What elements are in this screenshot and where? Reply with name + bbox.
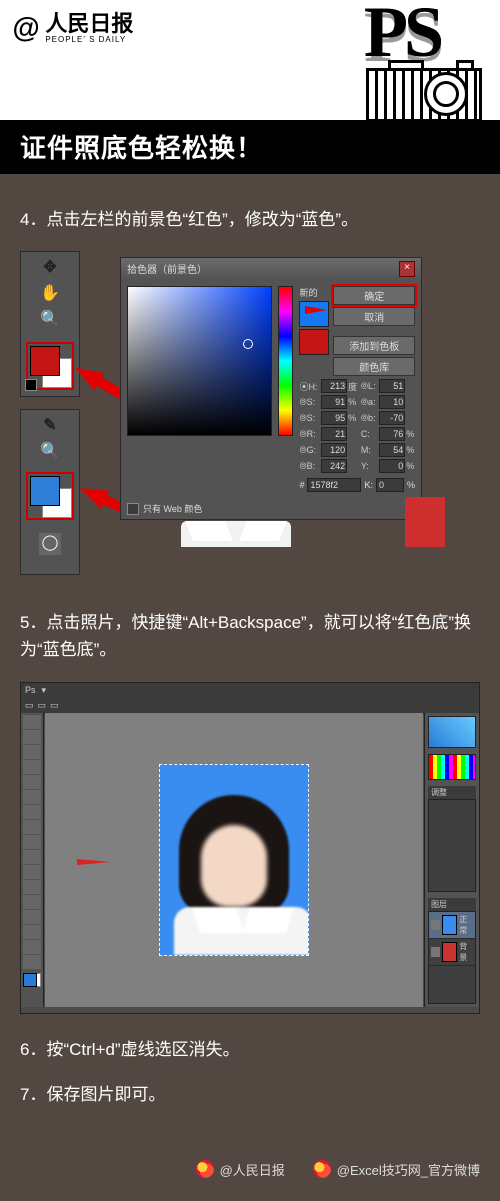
id-photo[interactable] <box>159 764 309 956</box>
c-input[interactable] <box>379 427 405 441</box>
color-panel[interactable] <box>428 716 476 748</box>
r-input[interactable] <box>321 427 347 441</box>
color-picker-titlebar: 拾色器（前景色） × <box>121 258 421 280</box>
bl-input[interactable] <box>321 459 347 473</box>
title-banner: 证件照底色轻松换！ <box>0 120 500 174</box>
step-7-text: 7．保存图片即可。 <box>20 1081 480 1108</box>
weibo-credit-1[interactable]: @人民日报 <box>196 1160 285 1179</box>
ps-badge: PS <box>364 0 482 122</box>
old-color-preview <box>299 329 329 355</box>
color-picker-window: 拾色器（前景色） × 新的 <box>120 257 422 520</box>
photoshop-window: Ps▾ ▭▭▭ 调整 图层 <box>20 682 480 1014</box>
red-bg-peek <box>405 497 445 547</box>
mini-swatches[interactable] <box>23 973 41 987</box>
color-value-grid: ⦿H:度 ⦾L: ⦾S:% ⦾a: ⦾S:% ⦾b: ⦾R: C:% ⦾G: M… <box>299 379 415 473</box>
b-input[interactable] <box>379 411 405 425</box>
layers-panel[interactable]: 正常 背景 <box>428 911 476 1004</box>
h-input[interactable] <box>321 379 347 393</box>
add-swatch-button[interactable]: 添加到色板 <box>333 336 415 355</box>
ps-menubar[interactable]: Ps▾ <box>21 683 479 698</box>
step-6-text: 6．按“Ctrl+d”虚线选区消失。 <box>20 1036 480 1063</box>
header-bar: @ 人民日报 PEOPLE' S DAILY PS <box>0 0 500 120</box>
new-color-label: 新的 <box>299 288 317 298</box>
visibility-icon[interactable] <box>431 947 440 957</box>
tool-icon[interactable]: ✎ <box>39 414 61 436</box>
color-swatches-red[interactable] <box>28 344 72 388</box>
weibo-icon <box>313 1160 331 1178</box>
red-arrow-3 <box>77 859 111 865</box>
color-picker-title: 拾色器（前景色） <box>127 261 207 277</box>
y-input[interactable] <box>379 459 405 473</box>
brand-name-cn: 人民日报 <box>45 12 133 35</box>
l-input[interactable] <box>379 379 405 393</box>
ps-text: PS <box>364 0 440 68</box>
color-preview <box>299 301 329 327</box>
close-icon[interactable]: × <box>399 261 415 277</box>
cancel-button[interactable]: 取消 <box>333 307 415 326</box>
brand-at: @ <box>12 12 39 44</box>
web-only-checkbox[interactable]: 只有 Web 颜色 <box>121 498 421 519</box>
weibo-credit-2[interactable]: @Excel技巧网_官方微博 <box>313 1160 480 1179</box>
adjust-panel-header[interactable]: 调整 <box>428 786 476 799</box>
weibo-icon <box>196 1160 214 1178</box>
layer-normal[interactable]: 正常 <box>429 912 475 939</box>
k-input[interactable] <box>376 478 404 492</box>
zoom-tool-icon[interactable]: 🔍 <box>39 308 61 330</box>
layers-panel-header[interactable]: 图层 <box>428 898 476 911</box>
quickmask-icon[interactable]: ◯ <box>39 533 61 555</box>
content-area: 4．点击左栏的前景色“红色”，修改为“蓝色”。 ✥ ✋ 🔍 <box>0 174 500 1146</box>
s1-input[interactable] <box>321 395 347 409</box>
camera-icon <box>364 62 482 122</box>
footer: @人民日报 @Excel技巧网_官方微博 <box>0 1146 500 1201</box>
m-input[interactable] <box>379 443 405 457</box>
zoom-tool-icon[interactable]: 🔍 <box>39 440 61 462</box>
ps-toolbar-2: ✎ 🔍 ◯ <box>20 409 80 575</box>
layer-background[interactable]: 背景 <box>429 939 475 966</box>
ps-panels: 调整 图层 正常 背景 <box>424 713 479 1007</box>
step-5-text: 5．点击照片，快捷键“Alt+Backspace”，就可以将“红色底”换为“蓝色… <box>20 609 480 663</box>
color-swatches-blue[interactable] <box>28 474 72 518</box>
swatches-panel[interactable] <box>428 754 476 780</box>
a-input[interactable] <box>379 395 405 409</box>
hue-slider[interactable] <box>278 286 294 436</box>
ps-options-bar[interactable]: ▭▭▭ <box>21 698 479 714</box>
person-collar-peek <box>181 521 291 547</box>
brand-name-en: PEOPLE' S DAILY <box>45 36 133 44</box>
color-field[interactable] <box>127 286 272 436</box>
ps-letters: PS <box>364 0 482 68</box>
g-input[interactable] <box>321 443 347 457</box>
color-library-button[interactable]: 颜色库 <box>333 357 415 376</box>
section-4: ✥ ✋ 🔍 ✎ 🔍 <box>20 251 480 575</box>
hex-input[interactable] <box>307 478 361 492</box>
ps-left-toolbar[interactable] <box>21 713 44 1007</box>
visibility-icon[interactable] <box>431 920 440 930</box>
page-title: 证件照底色轻松换！ <box>20 128 263 165</box>
hand-tool-icon[interactable]: ✋ <box>39 282 61 304</box>
ok-button[interactable]: 确定 <box>333 286 415 305</box>
brand-logo: @ 人民日报 PEOPLE' S DAILY <box>0 0 133 44</box>
s2-input[interactable] <box>321 411 347 425</box>
step-4-text: 4．点击左栏的前景色“红色”，修改为“蓝色”。 <box>20 206 480 233</box>
lasso-tool-icon[interactable]: ✥ <box>39 256 61 278</box>
adjust-panel[interactable] <box>428 799 476 892</box>
